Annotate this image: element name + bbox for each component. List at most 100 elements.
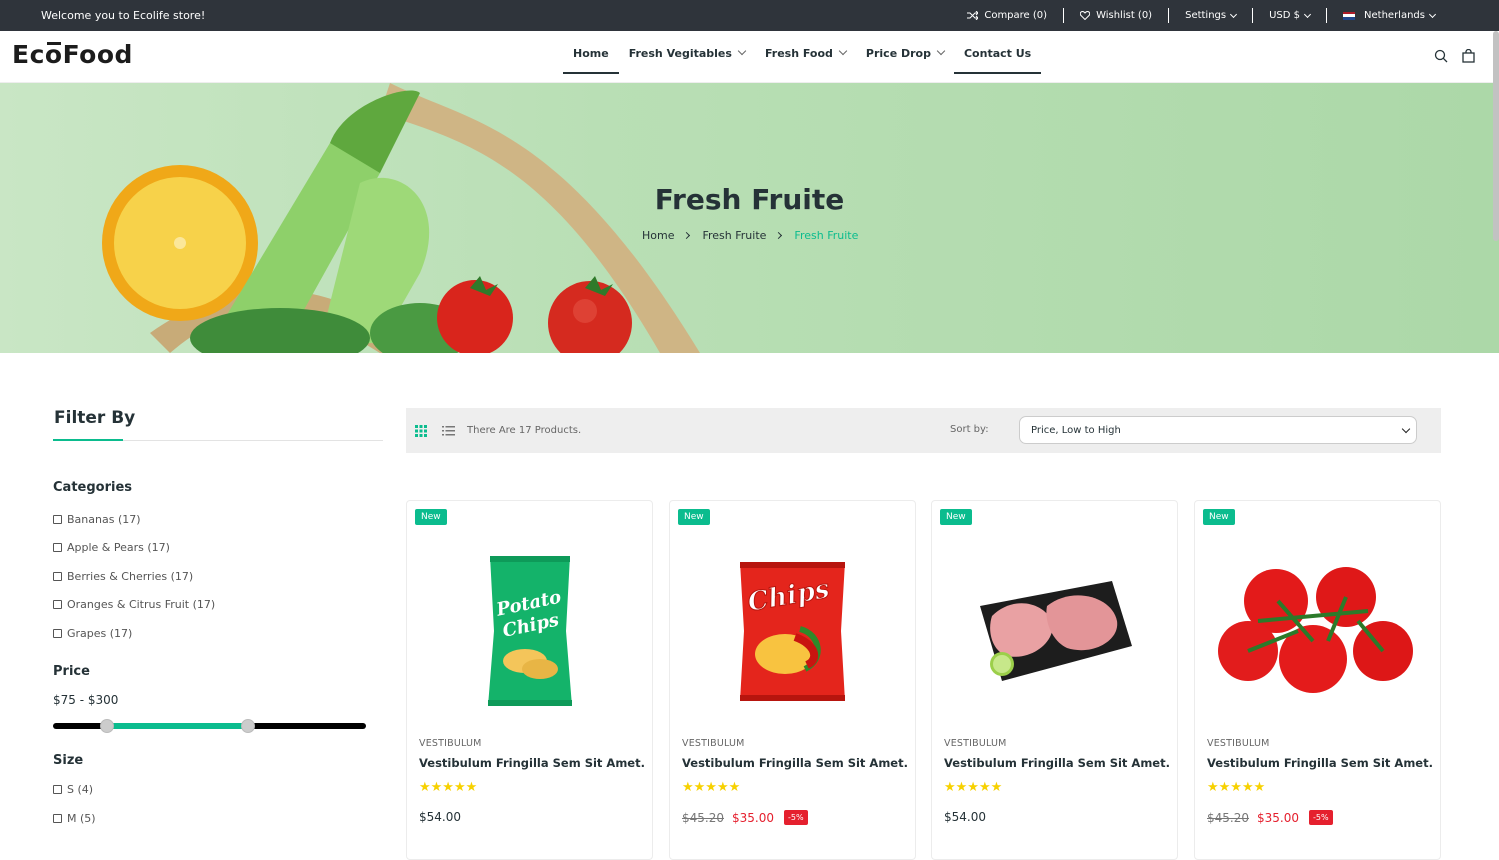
checkbox[interactable] [53, 543, 62, 553]
discount-badge: -5% [1309, 810, 1333, 825]
chevron-down-icon [936, 46, 946, 56]
nav-price-drop[interactable]: Price Drop [856, 31, 954, 75]
currency-label: USD $ [1269, 10, 1301, 21]
site-header: EcoFood Home Fresh Vegitables Fresh Food… [0, 31, 1499, 83]
chevron-down-icon [1428, 10, 1437, 18]
product-card[interactable]: New VESTIBULUM Vestibulum Fringilla Sem … [1194, 500, 1441, 860]
product-vendor: VESTIBULUM [944, 738, 1007, 749]
product-image[interactable] [932, 531, 1177, 731]
chips-bag-image: Chips [740, 561, 845, 701]
size-label: S (4) [67, 783, 94, 797]
nav-contact-us[interactable]: Contact Us [953, 31, 1042, 75]
product-price: $54.00 [944, 810, 986, 824]
checkbox[interactable] [53, 600, 62, 610]
nav-label: Home [573, 46, 609, 60]
product-image[interactable]: Chips [670, 531, 915, 731]
rating-stars: ★★★★★ [944, 780, 1003, 795]
page-scrollbar[interactable] [1493, 31, 1499, 241]
price: $54.00 [944, 810, 986, 824]
wishlist-link[interactable]: Wishlist (0) [1064, 8, 1170, 23]
size-heading: Size [53, 752, 84, 768]
compare-label: Compare (0) [984, 10, 1048, 21]
product-toolbar: There Are 17 Products. Sort by: Price, L… [406, 408, 1441, 453]
sale-price: $35.00 [1257, 810, 1299, 825]
main-nav: Home Fresh Vegitables Fresh Food Price D… [563, 31, 1042, 83]
category-filter[interactable]: Bananas (17) [53, 505, 383, 534]
category-label: Grapes (17) [67, 626, 133, 640]
checkbox[interactable] [53, 571, 62, 581]
product-image[interactable] [1195, 531, 1440, 731]
product-name[interactable]: Vestibulum Fringilla Sem Sit Amet. [682, 756, 908, 770]
size-filter[interactable]: M (5) [53, 804, 383, 833]
product-image[interactable]: Potato Chips [407, 531, 652, 731]
product-card[interactable]: New VESTIBULUM Vestibulum Fringilla Sem … [931, 500, 1178, 860]
breadcrumb-current: Fresh Fruite [794, 229, 859, 242]
chevron-down-icon [1401, 424, 1411, 434]
chevron-right-icon [683, 231, 691, 240]
price-heading: Price [53, 663, 90, 679]
sort-select[interactable]: Price, Low to High [1019, 416, 1417, 444]
chevron-right-icon [775, 231, 783, 240]
banner-vegetables-image [102, 83, 700, 353]
shopping-bag-icon[interactable] [1462, 49, 1475, 63]
product-name[interactable]: Vestibulum Fringilla Sem Sit Amet. [1207, 756, 1433, 770]
page-title: Fresh Fruite [654, 183, 845, 216]
nav-fresh-food[interactable]: Fresh Food [755, 31, 856, 75]
grid-view-icon[interactable] [415, 424, 427, 437]
breadcrumb-parent[interactable]: Fresh Fruite [702, 229, 766, 242]
top-bar: Welcome you to Ecolife store! Compare (0… [0, 0, 1499, 31]
filter-title: Filter By [53, 408, 383, 441]
welcome-text: Welcome you to Ecolife store! [41, 9, 206, 22]
category-label: Apple & Pears (17) [67, 541, 170, 555]
wishlist-label: Wishlist (0) [1096, 10, 1153, 21]
category-filter[interactable]: Berries & Cherries (17) [53, 562, 383, 591]
language-label: Netherlands [1364, 10, 1425, 21]
compare-link[interactable]: Compare (0) [951, 8, 1065, 23]
price-slider[interactable] [53, 718, 366, 733]
shuffle-icon [967, 11, 979, 20]
nav-label: Fresh Food [764, 46, 833, 60]
category-label: Bananas (17) [67, 512, 141, 526]
category-label: Berries & Cherries (17) [67, 569, 194, 583]
category-filter[interactable]: Apple & Pears (17) [53, 534, 383, 563]
price-slider-max-handle[interactable] [241, 718, 255, 733]
size-filter[interactable]: S (4) [53, 776, 383, 805]
filter-sidebar: Filter By Categories Bananas (17) Apple … [53, 408, 383, 833]
breadcrumb-home[interactable]: Home [642, 229, 674, 242]
product-card[interactable]: New Potato Chips VESTIBULUM Vestibulum F… [406, 500, 653, 860]
category-filter[interactable]: Oranges & Citrus Fruit (17) [53, 591, 383, 620]
new-badge: New [678, 509, 710, 525]
product-name[interactable]: Vestibulum Fringilla Sem Sit Amet. [419, 756, 645, 770]
price-slider-fill [107, 722, 249, 729]
chevron-down-icon [1230, 10, 1238, 18]
checkbox[interactable] [53, 514, 62, 524]
rating-stars: ★★★★★ [419, 780, 478, 795]
price-slider-min-handle[interactable] [100, 718, 114, 733]
category-banner: Fresh Fruite Home Fresh Fruite Fresh Fru… [0, 83, 1499, 353]
checkbox[interactable] [53, 785, 62, 795]
breadcrumb: Home Fresh Fruite Fresh Fruite [642, 229, 858, 242]
product-name[interactable]: Vestibulum Fringilla Sem Sit Amet. [944, 756, 1170, 770]
search-icon[interactable] [1434, 49, 1448, 63]
nav-fresh-vegitables[interactable]: Fresh Vegitables [619, 31, 755, 75]
product-price: $45.20 $35.00 -5% [1207, 810, 1333, 825]
checkbox[interactable] [53, 813, 62, 823]
potato-chips-bag-image: Potato Chips [487, 556, 572, 706]
category-filter[interactable]: Grapes (17) [53, 619, 383, 648]
top-bar-links: Compare (0) Wishlist (0) Settings USD $ … [951, 0, 1437, 31]
language-dropdown[interactable]: Netherlands [1327, 8, 1437, 23]
list-view-icon[interactable] [442, 425, 455, 436]
product-vendor: VESTIBULUM [419, 738, 482, 749]
tomatoes-image [1217, 567, 1413, 693]
logo[interactable]: EcoFood [12, 40, 133, 69]
heart-icon [1080, 11, 1091, 20]
nav-home[interactable]: Home [563, 31, 619, 75]
categories-heading: Categories [53, 480, 133, 495]
settings-dropdown[interactable]: Settings [1169, 8, 1254, 23]
sort-label: Sort by: [950, 424, 989, 435]
discount-badge: -5% [784, 810, 808, 825]
currency-dropdown[interactable]: USD $ [1253, 8, 1328, 23]
checkbox[interactable] [53, 628, 62, 638]
product-card[interactable]: New Chips VESTIBULUM Vestibulum Fringill… [669, 500, 916, 860]
nav-label: Fresh Vegitables [628, 46, 732, 60]
